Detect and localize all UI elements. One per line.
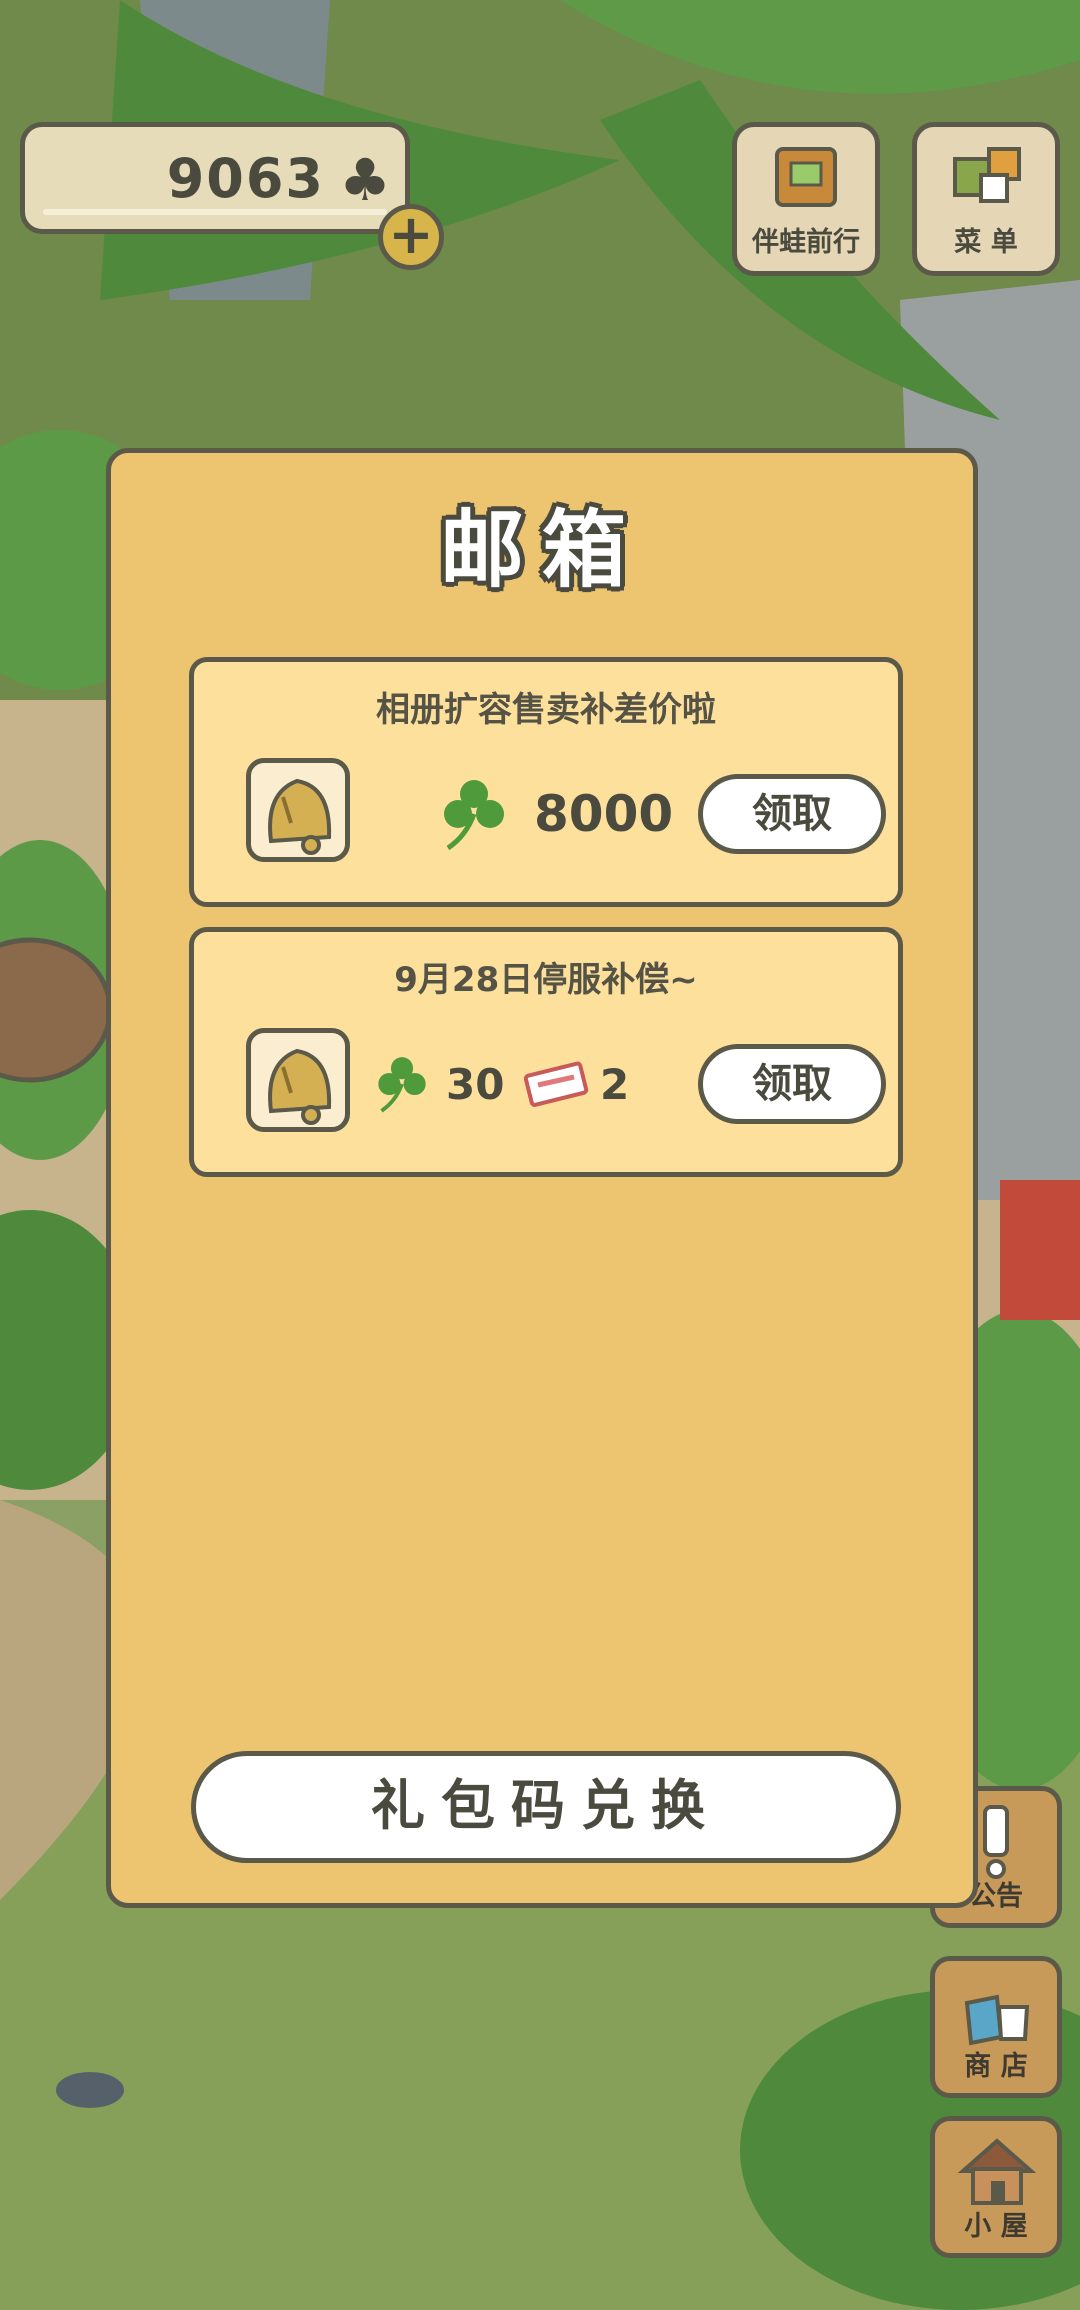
ticket-icon	[524, 1061, 589, 1107]
mail-item: 相册扩容售卖补差价啦 8000 领取	[189, 657, 903, 907]
clover-icon: ♣	[339, 146, 391, 214]
clover-counter: 9063 ♣	[20, 122, 410, 234]
redeem-code-button[interactable]: 礼包码兑换	[191, 1751, 901, 1863]
house-button[interactable]: 小 屋	[930, 2116, 1062, 2258]
clover-reward: 8000	[436, 774, 673, 854]
add-clover-button[interactable]: +	[378, 204, 444, 270]
mail-subject: 9月28日停服补偿~	[394, 960, 698, 1000]
ticket-amount: 2	[600, 1059, 630, 1109]
shop-bags-icon	[964, 1994, 1030, 2046]
shop-button[interactable]: 商 店	[930, 1956, 1062, 2098]
counter-highlight	[43, 209, 387, 215]
clover-icon	[378, 1057, 426, 1113]
clover-count: 9063	[166, 147, 325, 210]
mailbox-dialog: 邮箱 相册扩容售卖补差价啦 8000 领取 9月28日停服补偿~ 30 2 领取…	[106, 448, 978, 1908]
mailbox-title: 邮箱	[439, 501, 644, 599]
clover-amount: 8000	[534, 785, 674, 843]
clover-amount: 30	[446, 1059, 505, 1109]
clover-icon	[444, 780, 504, 851]
shop-label: 商 店	[964, 2051, 1028, 2082]
travel-book-icon	[775, 147, 837, 207]
ticket-reward: 2	[524, 1044, 629, 1124]
menu-label: 菜 单	[954, 227, 1018, 258]
mail-subject: 相册扩容售卖补差价啦	[376, 690, 716, 730]
clover-reward: 30	[372, 1044, 504, 1124]
claim-button[interactable]: 领取	[698, 1044, 886, 1124]
menu-cards-icon	[953, 147, 1021, 203]
bell-icon	[246, 758, 350, 862]
house-icon	[957, 2138, 1037, 2205]
house-label: 小 屋	[964, 2211, 1028, 2242]
mail-item: 9月28日停服补偿~ 30 2 领取	[189, 927, 903, 1177]
travel-label: 伴蛙前行	[752, 227, 860, 258]
travel-button[interactable]: 伴蛙前行	[732, 122, 880, 276]
menu-button[interactable]: 菜 单	[912, 122, 1060, 276]
bell-icon	[246, 1028, 350, 1132]
claim-button[interactable]: 领取	[698, 774, 886, 854]
